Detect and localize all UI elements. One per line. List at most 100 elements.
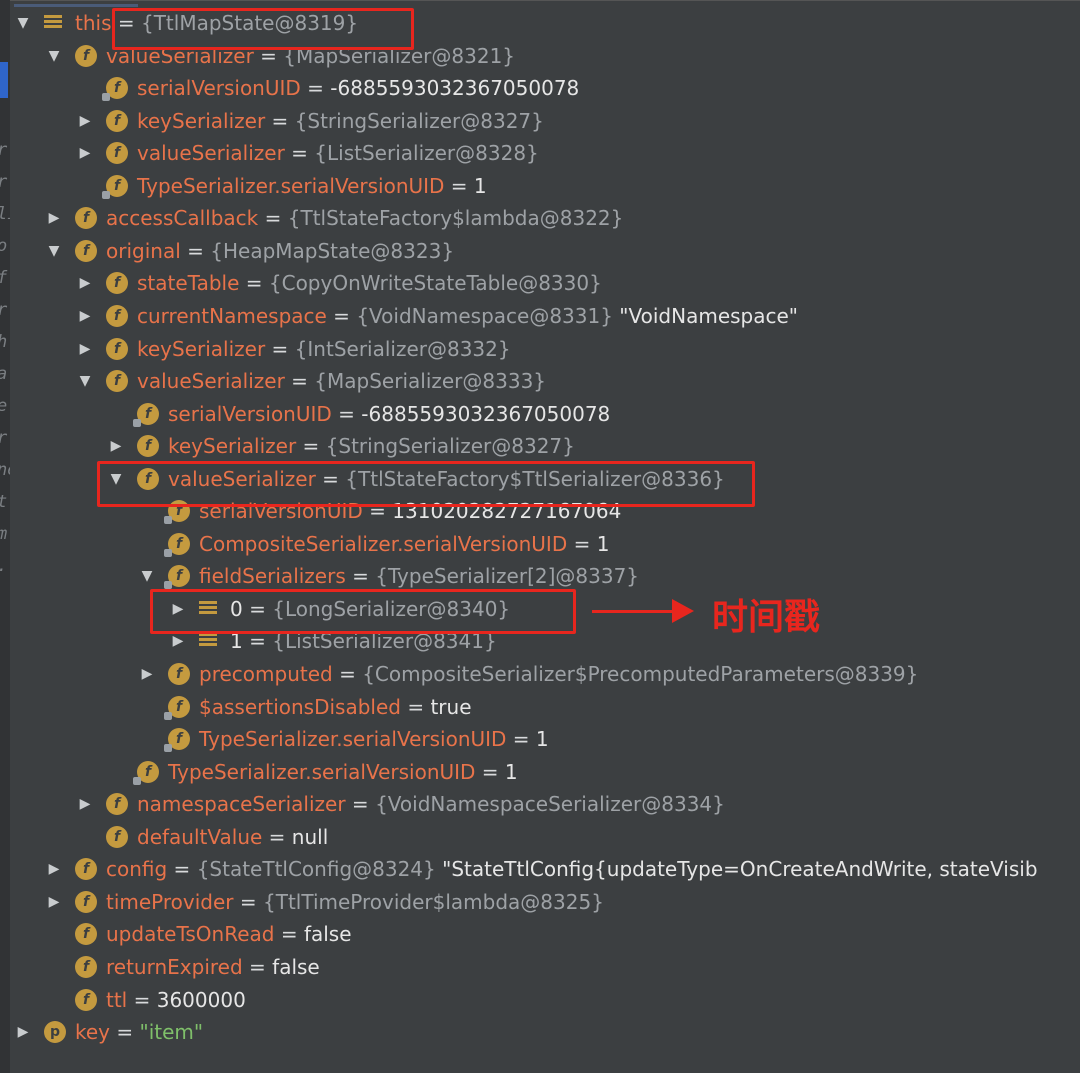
expand-arrow-icon[interactable]: ▶ xyxy=(45,202,63,234)
field-icon: f xyxy=(75,858,97,881)
tree-row[interactable]: ▶ f keySerializer = {StringSerializer@8327… xyxy=(0,105,1080,137)
expand-arrow-icon[interactable]: ▶ xyxy=(14,1016,32,1048)
tree-row[interactable]: f returnExpired = false xyxy=(0,951,1080,983)
field-icon: f xyxy=(164,728,190,753)
field-name: currentNamespace xyxy=(137,303,327,328)
field-icon: f xyxy=(164,532,190,557)
array-icon xyxy=(44,15,62,31)
tree-row[interactable]: ▶ f stateTable = {CopyOnWriteStateTable@83… xyxy=(0,267,1080,299)
object-reference: {StringSerializer@8327} xyxy=(294,108,544,133)
field-icon: f xyxy=(106,370,128,393)
field-icon: f xyxy=(133,402,159,427)
field-name: serialVersionUID xyxy=(137,76,301,101)
object-reference: {CompositeSerializer$PrecomputedParamete… xyxy=(362,662,919,686)
equals-sign: = xyxy=(284,141,315,166)
field-icon: f xyxy=(106,272,128,295)
field-name: timeProvider xyxy=(106,889,234,914)
collapse-arrow-icon[interactable]: ▼ xyxy=(14,7,32,39)
object-reference: {IntSerializer@8332} xyxy=(294,336,511,361)
field-icon: f xyxy=(133,760,159,785)
field-name: config xyxy=(106,857,168,882)
tree-row[interactable]: f serialVersionUID = -6885593032367050078 xyxy=(0,398,1080,430)
tree-row[interactable]: f updateTsOnRead = false xyxy=(0,918,1080,950)
equals-sign: = xyxy=(326,303,357,328)
field-name: serialVersionUID xyxy=(168,401,332,426)
tree-row[interactable]: f serialVersionUID = -6885593032367050078 xyxy=(0,72,1080,104)
expand-arrow-icon[interactable]: ▶ xyxy=(107,430,125,462)
equals-sign: = xyxy=(242,954,273,979)
tree-row[interactable]: f TypeSerializer.serialVersionUID = 1 xyxy=(0,756,1080,788)
tree-row[interactable]: ▶ p key = "item" xyxy=(0,1016,1080,1048)
expand-arrow-icon[interactable]: ▶ xyxy=(76,105,94,137)
field-name: $assertionsDisabled xyxy=(199,694,401,719)
field-value: -6885593032367050078 xyxy=(361,401,611,426)
object-reference: {VoidNamespaceSerializer@8334} xyxy=(375,792,725,817)
field-name: stateTable xyxy=(137,271,240,296)
object-reference: {TtlTimeProvider$lambda@8325} xyxy=(263,889,604,914)
field-name: fieldSerializers xyxy=(199,564,346,589)
equals-sign: = xyxy=(258,206,288,231)
collapse-arrow-icon[interactable]: ▼ xyxy=(45,235,63,267)
tree-row[interactable]: ▶ f timeProvider = {TtlTimeProvider$lambda… xyxy=(0,886,1080,918)
expand-arrow-icon[interactable]: ▶ xyxy=(76,137,94,169)
tree-row[interactable]: f CompositeSerializer.serialVersionUID = … xyxy=(0,528,1080,560)
field-value: 1 xyxy=(504,759,518,784)
collapse-arrow-icon[interactable]: ▼ xyxy=(76,365,94,397)
field-value: 3600000 xyxy=(156,987,246,1012)
object-reference: {MapSerializer@8333} xyxy=(314,369,547,394)
field-value: true xyxy=(430,694,472,719)
tree-row[interactable]: ▶ f config = {StateTtlConfig@8324} "StateT… xyxy=(0,853,1080,885)
field-name: original xyxy=(106,238,181,263)
tree-row[interactable]: ▶ f currentNamespace = {VoidNamespace@8331… xyxy=(0,300,1080,332)
field-value: -6885593032367050078 xyxy=(330,76,580,101)
field-name: defaultValue xyxy=(137,824,263,849)
collapse-arrow-icon[interactable]: ▼ xyxy=(45,40,63,72)
tree-row[interactable]: ▶ f namespaceSerializer = {VoidNamespaceSe… xyxy=(0,788,1080,820)
tree-row[interactable]: f TypeSerializer.serialVersionUID = 1 xyxy=(0,170,1080,202)
tree-row[interactable]: ▼ f original = {HeapMapState@8323} xyxy=(0,235,1080,267)
object-reference: {ListSerializer@8328} xyxy=(314,141,539,166)
field-icon: f xyxy=(75,988,97,1011)
field-icon: f xyxy=(106,337,128,360)
tree-row[interactable]: ▼ f valueSerializer = {MapSerializer@8333} xyxy=(0,365,1080,397)
object-reference: {StateTtlConfig@8324} xyxy=(196,857,436,882)
field-name: TypeSerializer.serialVersionUID xyxy=(137,173,445,198)
field-icon: f xyxy=(102,77,128,102)
field-name: CompositeSerializer.serialVersionUID xyxy=(199,531,568,556)
equals-sign: = xyxy=(127,987,157,1012)
collapse-arrow-icon[interactable]: ▼ xyxy=(138,560,156,592)
field-icon: f xyxy=(75,239,97,262)
highlight-value-serializer xyxy=(97,461,755,507)
field-value: false xyxy=(272,954,320,979)
expand-arrow-icon[interactable]: ▶ xyxy=(45,853,63,885)
expand-arrow-icon[interactable]: ▶ xyxy=(76,333,94,365)
equals-sign: = xyxy=(567,531,597,556)
tree-row[interactable]: ▼ f fieldSerializers = {TypeSerializer[2]@… xyxy=(0,560,1080,592)
tree-row[interactable]: ▶ f keySerializer = {StringSerializer@8327… xyxy=(0,430,1080,462)
tree-row[interactable]: f ttl = 3600000 xyxy=(0,984,1080,1016)
field-name: keySerializer xyxy=(137,336,266,361)
tree-row[interactable]: ▶ f accessCallback = {TtlStateFactory$lamb… xyxy=(0,202,1080,234)
expand-arrow-icon[interactable]: ▶ xyxy=(138,658,156,690)
object-reference: {TtlStateFactory$lambda@8322} xyxy=(287,206,624,231)
annotation-label: 时间戳 xyxy=(712,597,821,638)
equals-sign: = xyxy=(345,564,376,589)
expand-arrow-icon[interactable]: ▶ xyxy=(45,886,63,918)
field-icon: f xyxy=(106,142,128,165)
tree-row[interactable]: f TypeSerializer.serialVersionUID = 1 xyxy=(0,723,1080,755)
tree-row[interactable]: ▶ f keySerializer = {IntSerializer@8332} xyxy=(0,333,1080,365)
highlight-long-serializer xyxy=(150,589,576,634)
field-icon: f xyxy=(106,109,128,132)
tree-row[interactable]: ▶ f valueSerializer = {ListSerializer@8328… xyxy=(0,137,1080,169)
object-reference: {HeapMapState@8323} xyxy=(210,238,455,263)
annotation-arrow-head xyxy=(672,599,694,623)
expand-arrow-icon[interactable]: ▶ xyxy=(76,267,94,299)
expand-arrow-icon[interactable]: ▶ xyxy=(76,300,94,332)
tree-row[interactable]: f $assertionsDisabled = true xyxy=(0,691,1080,723)
expand-arrow-icon[interactable]: ▶ xyxy=(76,788,94,820)
equals-sign: = xyxy=(284,369,315,394)
tree-row[interactable]: f defaultValue = null xyxy=(0,821,1080,853)
tree-row[interactable]: ▶ f precomputed = {CompositeSerializer$Pre… xyxy=(0,658,1080,690)
field-icon: f xyxy=(106,304,128,327)
equals-sign: = xyxy=(331,401,362,426)
